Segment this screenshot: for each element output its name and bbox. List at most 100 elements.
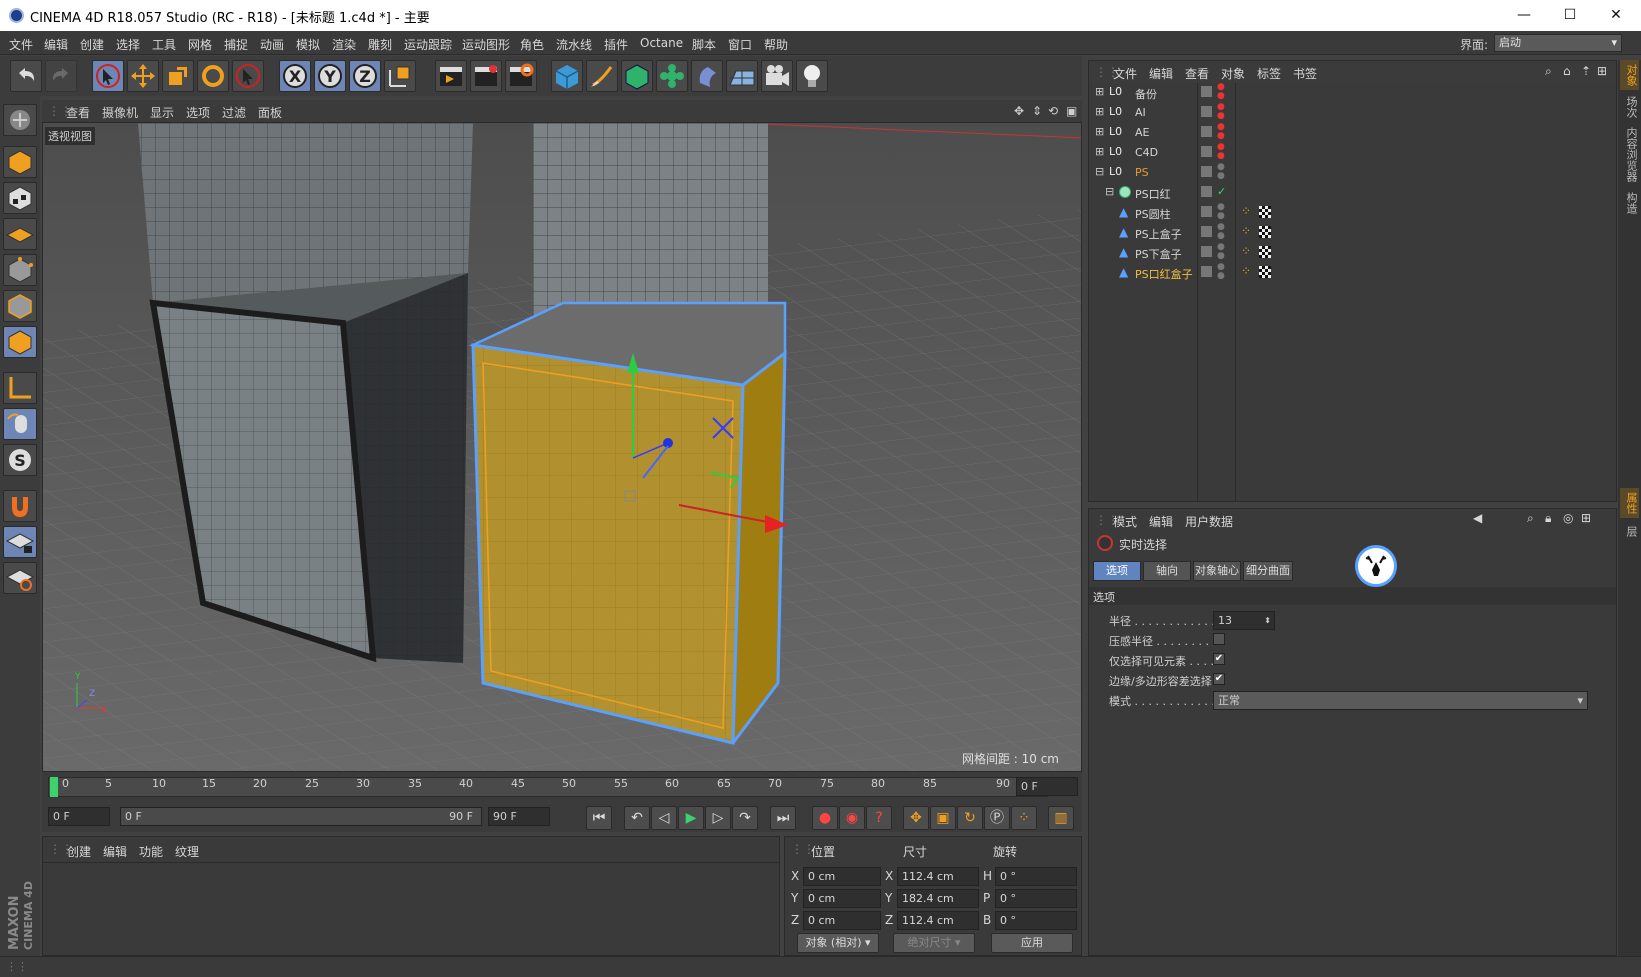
pos-y-field[interactable]: 0 cm [803, 889, 881, 908]
object-name[interactable]: PS [1135, 166, 1149, 179]
layer-icon[interactable] [1201, 86, 1212, 97]
z-axis-lock-button[interactable]: Z [349, 60, 381, 92]
material-tag-icon[interactable] [1259, 266, 1271, 278]
menu-mograph[interactable]: 运动图形 [462, 36, 510, 53]
next-key-button[interactable]: ↷ [732, 806, 758, 830]
object-row[interactable]: ▲ PS下盒子 ● ● ⁘ [1089, 243, 1616, 263]
material-tag-icon[interactable] [1259, 226, 1271, 238]
expand-icon[interactable]: ⊞ [1095, 85, 1104, 98]
pen-spline-button[interactable] [586, 60, 618, 92]
tab-content-browser-vertical[interactable]: 内容浏览器 [1620, 124, 1639, 184]
visible-only-checkbox[interactable]: ✔ [1213, 653, 1225, 665]
maximize-button[interactable]: ☐ [1547, 0, 1593, 31]
menu-tools[interactable]: 工具 [152, 36, 176, 53]
object-row[interactable]: ⊟ L0 PS ● ● [1089, 163, 1616, 183]
pos-x-field[interactable]: 0 cm [803, 867, 881, 886]
menu-snap[interactable]: 捕捉 [224, 36, 248, 53]
material-tag-icon[interactable] [1259, 246, 1271, 258]
go-to-end-button[interactable]: ⏭ [770, 806, 796, 830]
layer-icon[interactable] [1201, 186, 1212, 197]
workplane-mode-button[interactable] [3, 218, 37, 250]
axis-mode-button[interactable] [3, 372, 37, 404]
menu-pipeline[interactable]: 流水线 [556, 36, 592, 53]
subdivision-surface-button[interactable] [621, 60, 653, 92]
visibility-dots-icon[interactable]: ● ● [1217, 203, 1225, 221]
layer-icon[interactable] [1201, 226, 1212, 237]
object-name[interactable]: 备份 [1135, 86, 1157, 102]
search-icon[interactable]: ⌕ [1527, 511, 1534, 526]
home-icon[interactable]: ⌂ [1563, 64, 1571, 78]
viewport-menu-panel[interactable]: 面板 [258, 104, 282, 121]
enabled-check-icon[interactable]: ✓ [1217, 185, 1226, 198]
edges-mode-button[interactable] [3, 290, 37, 322]
timeline-track[interactable] [48, 777, 1048, 797]
new-panel-icon[interactable]: ⊞ [1581, 511, 1591, 525]
light-button[interactable] [796, 60, 828, 92]
size-y-field[interactable]: 182.4 cm [897, 889, 979, 908]
end-frame-field[interactable]: 90 F [488, 807, 550, 826]
material-menu-texture[interactable]: 纹理 [175, 843, 199, 860]
menu-octane[interactable]: Octane [640, 36, 683, 50]
tab-layers-vertical[interactable]: 层 [1620, 520, 1639, 542]
model-mode-button[interactable] [3, 146, 37, 178]
make-editable-button[interactable] [3, 104, 37, 136]
am-menu-mode[interactable]: 模式 [1113, 513, 1137, 530]
keyframe-selection-button[interactable]: ? [866, 806, 892, 830]
point-level-key-button[interactable]: ⁘ [1011, 806, 1037, 830]
scale-key-button[interactable]: ▣ [930, 806, 956, 830]
om-menu-file[interactable]: 文件 [1113, 65, 1137, 82]
drag-handle-icon[interactable]: ⋮⋮ [6, 960, 28, 973]
viewport-pan-icon[interactable]: ✥ [1014, 104, 1024, 118]
menu-simulate[interactable]: 模拟 [296, 36, 320, 53]
floor-button[interactable] [726, 60, 758, 92]
next-frame-button[interactable]: ▷ [705, 806, 731, 830]
object-row-selected[interactable]: ▲ PS口红盒子 ● ● ⁘ [1089, 263, 1616, 283]
minimize-button[interactable]: — [1501, 0, 1547, 31]
om-menu-tags[interactable]: 标签 [1257, 65, 1281, 82]
render-picture-viewer-button[interactable] [470, 60, 502, 92]
viewport-rotate-icon[interactable]: ⟲ [1048, 104, 1058, 118]
layer-icon[interactable] [1201, 146, 1212, 157]
menu-sculpt[interactable]: 雕刻 [368, 36, 392, 53]
live-selection-button[interactable] [92, 60, 124, 92]
object-row[interactable]: ⊞ L0 C4D ● ● [1089, 143, 1616, 163]
om-menu-objects[interactable]: 对象 [1221, 65, 1245, 82]
phong-tag-icon[interactable]: ⁘ [1241, 204, 1251, 218]
size-x-field[interactable]: 112.4 cm [897, 867, 979, 886]
solo-button[interactable]: S [3, 444, 37, 476]
object-name[interactable]: PS口红 [1135, 186, 1171, 202]
layer-icon[interactable] [1201, 166, 1212, 177]
visibility-dots-icon[interactable]: ● ● [1217, 263, 1225, 281]
size-z-field[interactable]: 112.4 cm [897, 911, 979, 930]
object-row[interactable]: ▲ PS上盒子 ● ● ⁘ [1089, 223, 1616, 243]
texture-mode-button[interactable] [3, 182, 37, 214]
lock-icon[interactable]: 🔒︎ [1545, 511, 1551, 526]
apply-button[interactable]: 应用 [991, 933, 1073, 953]
rot-b-field[interactable]: 0 ° [995, 911, 1077, 930]
deformer-button[interactable] [691, 60, 723, 92]
object-row[interactable]: ▲ PS圆柱 ● ● ⁘ [1089, 203, 1616, 223]
visibility-dots-icon[interactable]: ● ● [1217, 123, 1225, 141]
mode-select[interactable]: 正常 ▾ [1213, 691, 1588, 710]
menu-script[interactable]: 脚本 [692, 36, 716, 53]
menu-character[interactable]: 角色 [520, 36, 544, 53]
material-menu-function[interactable]: 功能 [139, 843, 163, 860]
material-tag-icon[interactable] [1259, 206, 1271, 218]
menu-plugins[interactable]: 插件 [604, 36, 628, 53]
menu-help[interactable]: 帮助 [764, 36, 788, 53]
am-menu-edit[interactable]: 编辑 [1149, 513, 1173, 530]
phong-tag-icon[interactable]: ⁘ [1241, 224, 1251, 238]
interface-layout-select[interactable]: 启动 ▾ [1494, 34, 1622, 52]
pressure-radius-checkbox[interactable] [1213, 633, 1225, 645]
object-name[interactable]: AI [1135, 106, 1146, 119]
menu-file[interactable]: 文件 [9, 36, 33, 53]
tab-takes-vertical[interactable]: 场次 [1620, 92, 1639, 122]
timeline-window-button[interactable]: ▥ [1048, 806, 1074, 830]
layer-icon[interactable] [1201, 126, 1212, 137]
coordinate-system-button[interactable] [384, 60, 416, 92]
previous-frame-button[interactable]: ◁ [651, 806, 677, 830]
rot-h-field[interactable]: 0 ° [995, 867, 1077, 886]
phong-tag-icon[interactable]: ⁘ [1241, 264, 1251, 278]
redo-button[interactable] [45, 60, 77, 92]
polygons-mode-button[interactable] [3, 326, 37, 358]
